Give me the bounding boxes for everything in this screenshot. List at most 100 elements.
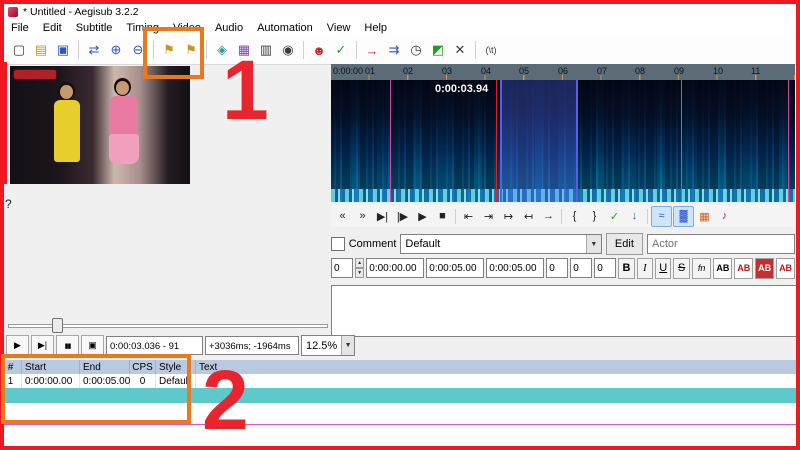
video-details-icon[interactable]: ▦	[234, 40, 254, 61]
play-button[interactable]: ▶	[6, 335, 29, 356]
shift-times-icon[interactable]: →	[362, 40, 382, 61]
duration-field[interactable]	[486, 258, 545, 278]
app-icon	[8, 6, 18, 17]
spin-up-icon[interactable]: ▲	[355, 258, 365, 268]
video-controls: ▶ ▶| ▮▮ ▣ 0:00:03.036 - 91 +3036ms; -196…	[6, 335, 355, 356]
ruler-label: 03	[442, 66, 453, 76]
play-selection-icon[interactable]: ▶|	[373, 207, 392, 226]
strikethrough-button[interactable]: S	[673, 257, 690, 279]
menu-help[interactable]: Help	[357, 21, 394, 35]
commit-icon[interactable]: ✓	[605, 207, 624, 226]
ruler-label: 04	[481, 66, 492, 76]
menu-video[interactable]: Video	[166, 21, 208, 35]
underline-button[interactable]: U	[655, 257, 672, 279]
film-strip-icon[interactable]: ▥	[256, 40, 276, 61]
chevron-down-icon[interactable]: ▼	[585, 235, 601, 253]
menu-view[interactable]: View	[320, 21, 358, 35]
edit-button[interactable]: Edit	[605, 233, 643, 255]
ruler-label: 05	[519, 66, 530, 76]
play-line-icon[interactable]: |▶	[393, 207, 412, 226]
table-row[interactable]: 1 0:00:00.00 0:00:05.00 0 Default	[0, 374, 800, 389]
video-seek-slider[interactable]	[8, 318, 328, 333]
menu-edit[interactable]: Edit	[36, 21, 69, 35]
chevron-down-icon[interactable]: ▼	[341, 336, 354, 355]
subtitle-text-editor[interactable]	[331, 285, 799, 337]
tab-glyph-button[interactable]: (\t)	[481, 40, 501, 61]
open-subtitles-icon[interactable]: ▤	[31, 40, 51, 61]
menu-automation[interactable]: Automation	[250, 21, 320, 35]
pause-button[interactable]: ▮▮	[56, 335, 79, 356]
waveform-mode-icon[interactable]: ≈	[651, 205, 672, 227]
seek-thumb[interactable]	[52, 318, 63, 333]
jump-to-icon[interactable]: ⇄	[84, 40, 104, 61]
spectrum-mode-icon[interactable]: ▓	[673, 205, 694, 227]
audio-selection[interactable]	[500, 80, 578, 202]
audio-cursor[interactable]	[496, 80, 497, 202]
row-text	[196, 374, 800, 388]
key-icon-right[interactable]: ⚑	[181, 40, 201, 61]
grid-pink-line	[0, 424, 800, 425]
primary-color-button[interactable]: AB	[713, 257, 733, 279]
start-time-field[interactable]	[366, 258, 425, 278]
margin-right-field[interactable]	[570, 258, 593, 278]
audio-spectrogram[interactable]: 0:00:03.94	[331, 80, 795, 202]
margin-vertical-field[interactable]	[594, 258, 617, 278]
camera-icon[interactable]: ◉	[278, 40, 298, 61]
autoseek-toggle-icon[interactable]: ▣	[81, 335, 104, 356]
video-zoom-dropdown[interactable]: 12.5% ▼	[301, 335, 355, 356]
italic-button[interactable]: I	[636, 257, 653, 279]
layer-field[interactable]	[331, 258, 353, 278]
lead-in-icon[interactable]: {	[565, 207, 584, 226]
video-shift-display: +3036ms; -1964ms	[205, 336, 299, 355]
play-first-500-icon[interactable]: ↦	[499, 207, 518, 226]
zoom-in-icon[interactable]: ⊕	[106, 40, 126, 61]
menu-subtitle[interactable]: Subtitle	[69, 21, 120, 35]
new-subtitles-icon[interactable]: ▢	[9, 40, 29, 61]
prev-line-icon[interactable]: «	[333, 207, 352, 226]
options-icon[interactable]: ✕	[450, 40, 470, 61]
play-500-after-icon[interactable]: ⇥	[479, 207, 498, 226]
layer-spinner[interactable]: ▲ ▼	[355, 258, 365, 278]
secondary-color-button[interactable]: AB	[734, 257, 754, 279]
audio-time-ruler[interactable]: 0:00:00 01 02 03 04 05 06 07 08 09 10 11	[331, 64, 795, 81]
play-icon[interactable]: ▶	[413, 207, 432, 226]
actor-field[interactable]	[647, 234, 795, 254]
play-last-500-icon[interactable]: ↤	[519, 207, 538, 226]
ruler-label: 08	[635, 66, 646, 76]
menu-file[interactable]: File	[4, 21, 36, 35]
play-line-button[interactable]: ▶|	[31, 335, 54, 356]
shadow-color-button[interactable]: AB	[776, 257, 796, 279]
comment-checkbox[interactable]	[331, 237, 345, 251]
kanji-timer-icon[interactable]: ◩	[428, 40, 448, 61]
zoom-out-icon[interactable]: ⊖	[128, 40, 148, 61]
video-frame-background	[10, 66, 190, 184]
play-to-end-icon[interactable]: →	[539, 207, 558, 226]
audio-cursor-time: 0:00:03.94	[435, 83, 489, 95]
spin-down-icon[interactable]: ▼	[355, 268, 365, 278]
outline-color-button[interactable]: AB	[755, 257, 775, 279]
subtitle-grid: # Start End CPS Style Text 1 0:00:00.00 …	[0, 360, 800, 450]
spellcheck-icon[interactable]: ✓	[331, 40, 351, 61]
menu-timing[interactable]: Timing	[119, 21, 166, 35]
clock-icon[interactable]: ◷	[406, 40, 426, 61]
styles-manager-icon[interactable]: ◈	[212, 40, 232, 61]
karaoke-mode-icon[interactable]: ♪	[715, 207, 734, 226]
key-icon-left[interactable]: ⚑	[159, 40, 179, 61]
menubar: File Edit Subtitle Timing Video Audio Au…	[4, 19, 796, 36]
end-time-field[interactable]	[426, 258, 485, 278]
play-500-before-icon[interactable]: ⇤	[459, 207, 478, 226]
timing-postprocessor-icon[interactable]: ⇉	[384, 40, 404, 61]
aegisub-window: * Untitled - Aegisub 3.2.2 File Edit Sub…	[0, 0, 800, 450]
next-line-icon[interactable]: »	[353, 207, 372, 226]
goto-selection-icon[interactable]: ↓	[625, 207, 644, 226]
karaoke-syllables-icon[interactable]: ▦	[695, 207, 714, 226]
automation-icon[interactable]: ☻	[309, 40, 329, 61]
style-combobox[interactable]: Default ▼	[400, 234, 602, 254]
stop-icon[interactable]: ■	[433, 207, 452, 226]
lead-out-icon[interactable]: }	[585, 207, 604, 226]
bold-button[interactable]: B	[618, 257, 635, 279]
save-subtitles-icon[interactable]: ▣	[53, 40, 73, 61]
margin-left-field[interactable]	[546, 258, 569, 278]
menu-audio[interactable]: Audio	[208, 21, 250, 35]
font-button[interactable]: fn	[691, 257, 712, 279]
